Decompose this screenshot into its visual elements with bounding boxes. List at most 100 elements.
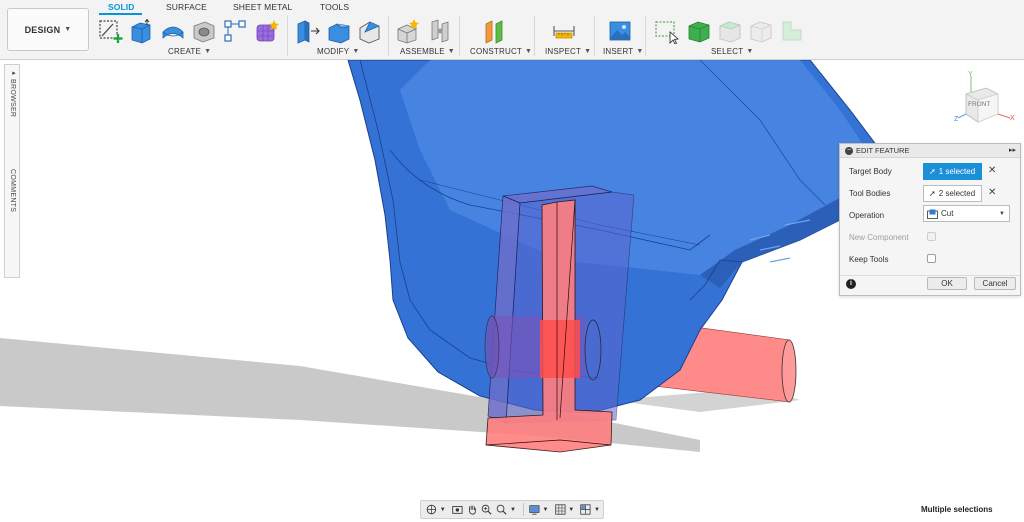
construct-label: CONSTRUCT xyxy=(470,47,523,56)
chevron-down-icon[interactable]: ▼ xyxy=(568,507,574,513)
revolve-icon[interactable] xyxy=(160,18,186,44)
fusion-app-window: DESIGN ▼ SOLID SURFACE SHEET METAL TOOLS xyxy=(0,0,1024,522)
operation-dropdown[interactable]: Cut ▼ xyxy=(923,205,1010,222)
offset-plane-icon[interactable] xyxy=(482,18,508,44)
chamfer-icon[interactable] xyxy=(357,18,383,44)
select-component-icon[interactable] xyxy=(779,18,805,44)
chevron-down-icon[interactable]: ▼ xyxy=(510,507,516,513)
clear-target-body-icon[interactable]: ✕ xyxy=(988,165,996,176)
select-group-label[interactable]: SELECT ▼ xyxy=(711,47,753,56)
grid-snaps-icon[interactable] xyxy=(554,502,567,517)
edit-feature-dialog: − EDIT FEATURE ▸▸ Target Body ➚ 1 select… xyxy=(839,143,1021,296)
tool-bodies-label: Tool Bodies xyxy=(849,189,891,198)
create-sketch-icon[interactable] xyxy=(97,18,123,44)
viewports-icon[interactable] xyxy=(579,502,592,517)
create-group-label[interactable]: CREATE ▼ xyxy=(168,47,211,56)
new-component-label: New Component xyxy=(849,233,909,242)
select-bodies-icon[interactable] xyxy=(686,18,712,44)
assemble-label: ASSEMBLE xyxy=(400,47,445,56)
view-cube[interactable]: Y FRONT X Z xyxy=(952,70,1018,130)
look-at-icon[interactable] xyxy=(451,502,464,517)
operation-value: Cut xyxy=(941,209,954,218)
inspect-group-label[interactable]: INSPECT ▼ xyxy=(545,47,591,56)
chevron-down-icon: ▼ xyxy=(64,26,72,33)
measure-icon[interactable] xyxy=(551,18,577,44)
chevron-down-icon: ▼ xyxy=(447,48,455,55)
target-body-value: 1 selected xyxy=(938,167,976,176)
toolbar-divider xyxy=(645,16,646,56)
new-component-checkbox[interactable] xyxy=(927,232,936,241)
window-select-icon[interactable] xyxy=(654,18,680,44)
toolbar-divider xyxy=(534,16,535,56)
dialog-title: EDIT FEATURE xyxy=(856,146,910,155)
chevron-down-icon: ▼ xyxy=(636,48,644,55)
viewcube-front-face[interactable]: FRONT xyxy=(968,101,990,108)
cancel-button[interactable]: Cancel xyxy=(974,277,1016,290)
construct-group-label[interactable]: CONSTRUCT ▼ xyxy=(470,47,532,56)
browser-tab[interactable]: BROWSER xyxy=(9,79,16,117)
joint-icon[interactable] xyxy=(427,18,453,44)
expand-dialog-icon[interactable]: ▸▸ xyxy=(1009,146,1016,154)
toolbar-divider xyxy=(388,16,389,56)
navigation-bar: ▼ ▼ ▼ ▼ ▼ xyxy=(420,500,604,519)
press-pull-icon[interactable] xyxy=(295,18,321,44)
browser-comments-panel[interactable]: ▸ BROWSER COMMENTS xyxy=(4,64,20,278)
select-faces-icon[interactable] xyxy=(717,18,743,44)
tool-bodies-value: 2 selected xyxy=(938,189,976,198)
insert-label: INSERT xyxy=(603,47,634,56)
axis-y-label: Y xyxy=(968,71,973,78)
rectangular-pattern-icon[interactable] xyxy=(222,18,248,44)
chevron-down-icon: ▼ xyxy=(525,48,533,55)
operation-label: Operation xyxy=(849,211,885,220)
cut-operation-icon xyxy=(927,209,938,219)
tool-bodies-selector[interactable]: ➚ 2 selected xyxy=(923,185,982,202)
ribbon-toolbar: DESIGN ▼ SOLID SURFACE SHEET METAL TOOLS xyxy=(0,0,1024,60)
workspace-switcher-button[interactable]: DESIGN ▼ xyxy=(7,8,89,51)
chevron-down-icon[interactable]: ▼ xyxy=(594,507,600,513)
create-label: CREATE xyxy=(168,47,202,56)
chevron-down-icon: ▼ xyxy=(746,48,754,55)
tab-surface[interactable]: SURFACE xyxy=(166,2,207,14)
dialog-header[interactable]: − EDIT FEATURE ▸▸ xyxy=(840,144,1020,158)
chevron-down-icon: ▼ xyxy=(999,210,1005,217)
tab-tools[interactable]: TOOLS xyxy=(320,2,349,14)
cursor-arrow-icon: ➚ xyxy=(929,189,936,198)
modify-group-label[interactable]: MODIFY ▼ xyxy=(317,47,359,56)
toolbar-divider xyxy=(459,16,460,56)
select-edges-icon[interactable] xyxy=(748,18,774,44)
assemble-group-label[interactable]: ASSEMBLE ▼ xyxy=(400,47,455,56)
pan-hand-icon[interactable] xyxy=(466,502,479,517)
create-form-icon[interactable] xyxy=(254,18,280,44)
display-settings-icon[interactable] xyxy=(528,502,541,517)
collapse-icon[interactable]: − xyxy=(845,146,853,155)
expand-browser-icon[interactable]: ▸ xyxy=(9,69,17,77)
workspace-label: DESIGN xyxy=(24,24,61,35)
tab-sheet-metal[interactable]: SHEET METAL xyxy=(233,2,292,14)
target-body-selector[interactable]: ➚ 1 selected xyxy=(923,163,982,180)
clear-tool-bodies-icon[interactable]: ✕ xyxy=(988,187,996,198)
chevron-down-icon: ▼ xyxy=(204,48,212,55)
new-component-icon[interactable] xyxy=(395,18,421,44)
dialog-divider xyxy=(840,275,1020,276)
orbit-icon[interactable] xyxy=(425,502,438,517)
modify-label: MODIFY xyxy=(317,47,350,56)
info-icon[interactable]: i xyxy=(846,279,856,289)
fit-zoom-icon[interactable] xyxy=(495,502,508,517)
ok-button[interactable]: OK xyxy=(927,277,967,290)
target-body-label: Target Body xyxy=(849,167,892,176)
hole-icon[interactable] xyxy=(191,18,217,44)
slot-intersection xyxy=(540,320,580,378)
extrude-icon[interactable] xyxy=(128,18,154,44)
comments-tab[interactable]: COMMENTS xyxy=(9,169,16,212)
inspect-label: INSPECT xyxy=(545,47,582,56)
insert-group-label[interactable]: INSERT ▼ xyxy=(603,47,644,56)
fillet-icon[interactable] xyxy=(326,18,352,44)
keep-tools-checkbox[interactable] xyxy=(927,254,936,263)
zoom-icon[interactable] xyxy=(480,502,493,517)
chevron-down-icon[interactable]: ▼ xyxy=(440,507,446,513)
nav-divider xyxy=(522,503,524,516)
insert-image-icon[interactable] xyxy=(607,18,633,44)
active-tab-indicator xyxy=(99,13,142,15)
selection-status-text: Multiple selections xyxy=(921,505,993,514)
chevron-down-icon[interactable]: ▼ xyxy=(543,507,549,513)
